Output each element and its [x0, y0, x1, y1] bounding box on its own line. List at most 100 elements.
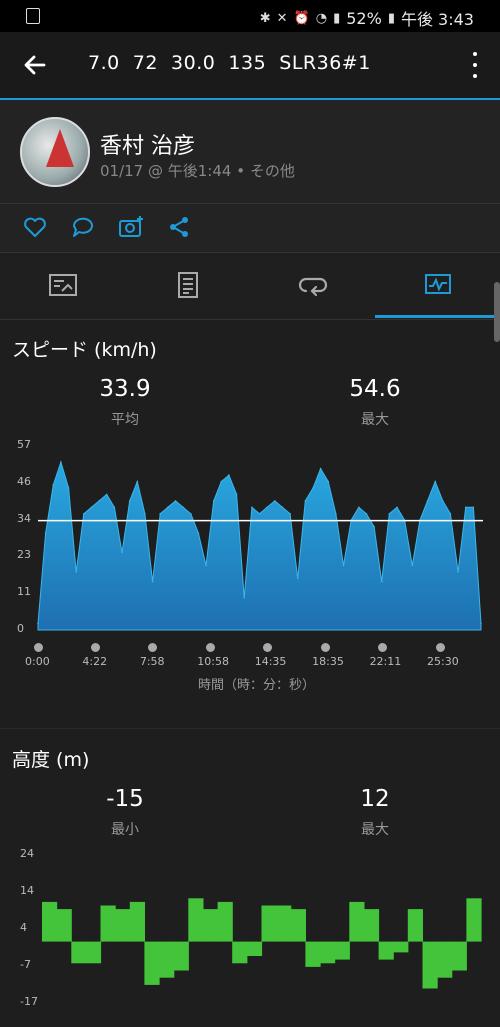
camera-add-icon [119, 216, 143, 237]
speed-data-point [449, 513, 452, 515]
share-button[interactable] [166, 214, 192, 240]
tab-charts[interactable] [375, 253, 500, 318]
altitude-bar [42, 901, 58, 942]
speed-data-point [319, 467, 322, 470]
signal-icon: ▮ [333, 10, 341, 26]
speed-data-point [289, 513, 291, 515]
user-name[interactable]: 香村 治彦 [100, 128, 195, 160]
activity-title: 7.0 72 30.0 135 SLR36#1 [88, 52, 371, 74]
altitude-min-label: 最小 [111, 822, 139, 838]
tab-laps[interactable] [250, 253, 375, 317]
timeline-marker[interactable] [148, 643, 158, 652]
altitude-bar [349, 901, 365, 942]
speed-series-area [37, 460, 482, 631]
speed-data-point [121, 551, 123, 554]
speed-data-point [44, 532, 47, 534]
avatar[interactable] [20, 117, 90, 187]
comment-icon [72, 217, 93, 237]
speed-x-tick: 18:35 [312, 655, 344, 668]
speed-data-point [128, 500, 131, 502]
speed-data-point [457, 571, 459, 573]
speed-x-tick: 4:22 [82, 655, 108, 668]
altitude-max-label: 最大 [361, 822, 389, 838]
speed-data-point [304, 500, 307, 502]
speed-data-point [67, 487, 70, 489]
back-button[interactable] [20, 50, 50, 80]
speed-data-point [388, 513, 391, 515]
speed-max-label: 最大 [361, 412, 389, 428]
speed-data-point [480, 622, 482, 625]
altitude-bar [407, 909, 423, 942]
altitude-bar [334, 941, 350, 960]
timeline-marker[interactable] [90, 643, 100, 652]
speed-data-point [174, 500, 177, 502]
speed-data-point [342, 564, 345, 567]
speed-data-point [426, 500, 429, 502]
section-divider [0, 728, 500, 729]
laps-icon [298, 277, 327, 297]
speed-data-point [243, 596, 245, 599]
timeline-marker[interactable] [33, 643, 43, 652]
add-photo-button[interactable] [118, 214, 144, 240]
speed-data-point [296, 577, 299, 580]
windsurf-sail-icon [46, 129, 74, 167]
speed-data-point [472, 506, 475, 509]
speed-avg-label: 平均 [111, 412, 139, 428]
overflow-menu-button[interactable] [470, 52, 480, 78]
altitude-bar [144, 941, 160, 985]
speed-data-point [98, 500, 100, 502]
speed-data-point [266, 506, 268, 509]
app-bar: 7.0 72 30.0 135 SLR36#1 [0, 32, 500, 100]
timeline-marker[interactable] [320, 643, 330, 652]
speed-chart [37, 460, 483, 631]
speed-data-point [136, 480, 139, 483]
altitude-bar [129, 901, 145, 942]
chart-icon [424, 274, 451, 294]
speed-data-point [228, 474, 230, 476]
status-bar: ✱ ✕ ⏰ ◔ ▮ 52% ▮ 午後 3:43 [0, 0, 500, 32]
speed-data-point [396, 506, 398, 509]
like-button[interactable] [22, 214, 48, 240]
scrollbar[interactable] [494, 282, 500, 342]
activity-meta: 01/17 @ 午後1:44 • その他 [100, 162, 295, 180]
speed-data-point [380, 580, 383, 583]
speed-x-tick: 22:11 [369, 655, 402, 668]
timeline-marker[interactable] [435, 643, 445, 652]
altitude-bar [85, 941, 102, 964]
comment-button[interactable] [70, 214, 96, 240]
altitude-bar [232, 941, 248, 964]
back-arrow-icon [24, 55, 46, 75]
tab-overview[interactable] [0, 253, 125, 317]
altitude-section-title: 高度 (m) [12, 749, 90, 771]
speed-data-point [60, 461, 62, 463]
menu-dot-icon [473, 52, 477, 56]
speed-data-point [105, 493, 108, 496]
altitude-bar [188, 898, 204, 942]
speed-avg-value: 33.9 [99, 376, 151, 402]
altitude-bar [100, 905, 116, 942]
menu-dot-icon [473, 74, 477, 78]
notification-icon [26, 8, 40, 24]
profile-header: 香村 治彦 01/17 @ 午後1:44 • その他 [0, 100, 500, 204]
altitude-bar [320, 941, 336, 964]
menu-dot-icon [473, 63, 477, 67]
timeline-marker[interactable] [205, 643, 215, 652]
speed-data-point [235, 493, 238, 496]
speed-max-value: 54.6 [349, 376, 401, 402]
altitude-bar [363, 909, 380, 942]
speed-data-point [434, 480, 437, 483]
timeline-marker[interactable] [263, 643, 273, 652]
speed-data-point [251, 506, 253, 509]
speed-data-point [151, 580, 154, 583]
speed-section-title: スピード (km/h) [12, 339, 157, 361]
speed-data-point [312, 487, 314, 489]
speed-data-point [144, 513, 146, 515]
altitude-bar [246, 941, 263, 956]
battery-percent: 52% [346, 8, 382, 28]
tab-bar [0, 253, 500, 320]
speed-data-point [258, 513, 261, 515]
speed-data-point [190, 513, 192, 515]
tab-details[interactable] [125, 253, 250, 317]
timeline-marker[interactable] [378, 643, 388, 652]
summary-icon [48, 274, 77, 296]
